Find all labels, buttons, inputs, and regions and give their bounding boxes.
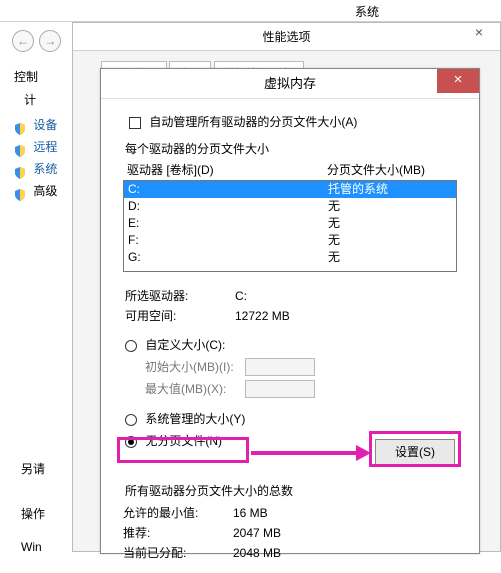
auto-manage-row[interactable]: 自动管理所有驱动器的分页文件大小(A) <box>129 113 457 130</box>
shield-icon <box>14 120 26 132</box>
nav-buttons: ← → <box>12 30 63 52</box>
win-text: Win <box>21 540 42 554</box>
vm-title: 虚拟内存 <box>264 76 316 91</box>
forward-icon[interactable]: → <box>39 30 61 52</box>
max-label: 最大值(MB)(X): <box>145 378 245 400</box>
each-drive-label: 每个驱动器的分页文件大小 <box>125 140 457 157</box>
drive-list[interactable]: C: 托管的系统 D: 无 E: 无 F: 无 G: 无 <box>123 180 457 272</box>
shield-icon <box>14 142 26 154</box>
custom-size-section: 自定义大小(C): 初始大小(MB)(I): 最大值(MB)(X): <box>125 334 457 400</box>
close-icon[interactable]: × <box>458 23 500 43</box>
shield-icon <box>14 186 26 198</box>
shield-icon <box>14 164 26 176</box>
vm-body: 自动管理所有驱动器的分页文件大小(A) 每个驱动器的分页文件大小 驱动器 [卷标… <box>101 99 479 573</box>
system-titlebar: 系统 <box>0 0 501 22</box>
side-head2: 计 <box>24 91 57 108</box>
system-managed-label: 系统管理的大小(Y) <box>145 412 245 426</box>
radio-icon[interactable] <box>125 414 137 426</box>
totals-section: 所有驱动器分页文件大小的总数 允许的最小值: 16 MB 推荐: 2047 MB… <box>123 482 457 563</box>
initial-label: 初始大小(MB)(I): <box>145 356 245 378</box>
vm-titlebar: 虚拟内存 × <box>101 69 479 99</box>
side-item-advanced[interactable]: 高级 <box>14 180 57 202</box>
max-input[interactable] <box>245 380 315 398</box>
auto-manage-label: 自动管理所有驱动器的分页文件大小(A) <box>149 115 357 129</box>
min-allowed-value: 16 MB <box>233 503 457 523</box>
current-value: 2048 MB <box>233 543 457 563</box>
side-item-remote[interactable]: 远程 <box>14 136 57 158</box>
drive-row-c[interactable]: C: 托管的系统 <box>124 181 456 198</box>
recommended-label: 推荐: <box>123 523 233 543</box>
radio-icon[interactable] <box>125 436 137 448</box>
nopage-label: 无分页文件(N) <box>145 434 222 448</box>
radio-system-row[interactable]: 系统管理的大小(Y) <box>125 408 457 430</box>
close-icon[interactable]: × <box>437 69 479 93</box>
drive-row-d[interactable]: D: 无 <box>124 198 456 215</box>
max-row: 最大值(MB)(X): <box>145 378 457 400</box>
initial-input[interactable] <box>245 358 315 376</box>
current-label: 当前已分配: <box>123 543 233 563</box>
virtual-memory-dialog: 虚拟内存 × 自动管理所有驱动器的分页文件大小(A) 每个驱动器的分页文件大小 … <box>100 68 480 554</box>
drive-headers: 驱动器 [卷标](D) 分页文件大小(MB) <box>123 161 457 180</box>
totals-head: 所有驱动器分页文件大小的总数 <box>125 482 457 499</box>
radio-custom-row[interactable]: 自定义大小(C): <box>125 334 457 356</box>
col-size: 分页文件大小(MB) <box>327 161 453 178</box>
col-drive: 驱动器 [卷标](D) <box>127 161 327 178</box>
drive-row-f[interactable]: F: 无 <box>124 232 456 249</box>
selected-info: 所选驱动器: C: 可用空间: 12722 MB <box>125 286 457 326</box>
avail-value: 12722 MB <box>235 306 457 326</box>
checkbox-icon[interactable] <box>129 117 141 129</box>
drive-row-e[interactable]: E: 无 <box>124 215 456 232</box>
radio-icon[interactable] <box>125 340 137 352</box>
drive-row-g[interactable]: G: 无 <box>124 249 456 266</box>
set-button[interactable]: 设置(S) <box>375 439 455 465</box>
selected-drive-value: C: <box>235 286 457 306</box>
avail-label: 可用空间: <box>125 306 235 326</box>
selected-drive-label: 所选驱动器: <box>125 286 235 306</box>
control-panel-side: 控制 计 设备 远程 系统 高级 <box>14 68 57 202</box>
perf-title: 性能选项 <box>73 23 500 51</box>
min-allowed-label: 允许的最小值: <box>123 503 233 523</box>
recommended-value: 2047 MB <box>233 523 457 543</box>
other-text: 另请 操作 <box>21 460 45 522</box>
side-item-device[interactable]: 设备 <box>14 114 57 136</box>
side-head: 控制 <box>14 68 57 85</box>
back-icon[interactable]: ← <box>12 30 34 52</box>
side-item-system[interactable]: 系统 <box>14 158 57 180</box>
initial-row: 初始大小(MB)(I): <box>145 356 457 378</box>
system-title: 系统 <box>355 3 379 20</box>
custom-label: 自定义大小(C): <box>145 338 225 352</box>
